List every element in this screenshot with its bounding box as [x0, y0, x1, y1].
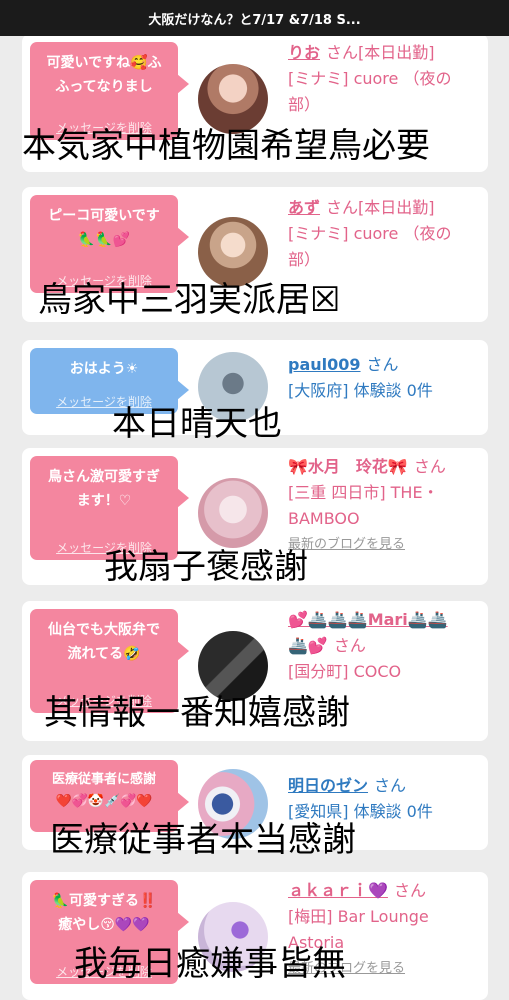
sender-info: あず さん[本日出勤] [ミナミ] cuore （夜の 部）	[288, 195, 484, 273]
shop-info: [国分町] COCO	[288, 662, 402, 681]
sender-name-link[interactable]: りお	[288, 43, 320, 62]
message-text-line1: ピーコ可愛いです	[48, 208, 160, 224]
caption-overlay: 本気家中植物園希望鳥必要	[22, 126, 430, 166]
work-status: [本日出勤]	[358, 43, 435, 62]
avatar[interactable]	[198, 64, 268, 134]
message-text-line2: 癒やし😚💜💜	[58, 917, 150, 933]
message-text-line1: 可愛いですね🥰ふ	[46, 55, 162, 71]
page-title: 大阪だけなん？と7/17 &7/18 S...	[148, 12, 361, 28]
caption-overlay: 鳥家中三羽実派居☒	[38, 280, 341, 320]
message-bubble: 鳥さん激可愛すぎ ます！♡ メッセージを削除	[30, 456, 189, 560]
shop-info: [ミナミ] cuore （夜の	[288, 224, 452, 243]
sender-name-link[interactable]: paul009	[288, 355, 361, 374]
honorific: さん	[326, 198, 359, 217]
sender-name-link[interactable]: 💕🚢🚢🚢Mari🚢🚢	[288, 610, 448, 629]
shop-info-cont: 部）	[288, 95, 321, 114]
message-text-line2: 🦜🦜💕	[77, 232, 131, 248]
honorific: さん	[326, 43, 359, 62]
caption-overlay: 其情報一番知嬉感謝	[44, 693, 350, 733]
honorific: さん	[413, 457, 446, 476]
avatar[interactable]	[198, 478, 268, 548]
shop-info-cont: BAMBOO	[288, 509, 360, 528]
honorific: さん	[366, 355, 399, 374]
caption-overlay: 我毎日癒嫌事皆無	[74, 944, 346, 984]
caption-overlay: 我扇子褒感謝	[104, 547, 308, 587]
caption-overlay: 本日晴天也	[112, 404, 282, 444]
sender-info: 明日のゼン さん [愛知県] 体験談 0件	[288, 773, 484, 825]
message-text-line2: ます！♡	[76, 493, 132, 509]
sender-info: 🎀水月 玲花🎀 さん [三重 四日市] THE・ BAMBOO 最新のブログを見る	[288, 454, 484, 558]
sender-info: paul009 さん [大阪府] 体験談 0件	[288, 352, 484, 404]
sender-name-link[interactable]: ａｋａｒｉ💜	[288, 881, 388, 900]
latest-blog-link[interactable]: 最新のブログを見る	[288, 532, 484, 558]
honorific: さん	[393, 881, 426, 900]
shop-info: [大阪府] 体験談 0件	[288, 381, 433, 400]
message-text-line2: ふってなりまし	[55, 79, 153, 95]
shop-info: [梅田] Bar Lounge	[288, 907, 429, 926]
shop-info: [三重 四日市] THE・	[288, 483, 439, 502]
sender-info: りお さん[本日出勤] [ミナミ] cuore （夜の 部）	[288, 40, 484, 118]
page-title-bar: 大阪だけなん？と7/17 &7/18 S...	[0, 0, 509, 36]
avatar[interactable]	[198, 217, 268, 287]
sender-name-cont: 🚢💕	[288, 636, 328, 655]
message-bubble: ピーコ可愛いです 🦜🦜💕 メッセージを削除	[30, 195, 189, 293]
sender-name-link[interactable]: 🎀水月 玲花🎀	[288, 457, 408, 476]
caption-overlay: 医療従事者本当感謝	[50, 820, 356, 860]
message-text-line1: 🦜可愛すぎる‼️	[51, 893, 157, 909]
sender-info: 💕🚢🚢🚢Mari🚢🚢 🚢💕 さん [国分町] COCO	[288, 607, 484, 685]
message-text-line1: 医療従事者に感謝	[51, 772, 156, 787]
message-text-line1: おはよう☀	[69, 361, 139, 377]
sender-name-link[interactable]: 明日のゼン	[288, 776, 368, 795]
work-status: [本日出勤]	[358, 198, 435, 217]
honorific: さん	[333, 636, 366, 655]
sender-name-link[interactable]: あず	[288, 198, 320, 217]
avatar[interactable]	[198, 631, 268, 701]
shop-info-cont: 部）	[288, 250, 321, 269]
message-text-line2: ❤️💞🤡💉💞❤️	[55, 794, 153, 809]
message-text-line1: 仙台でも大阪弁で	[48, 622, 160, 638]
shop-info: [ミナミ] cuore （夜の	[288, 69, 452, 88]
message-text-line1: 鳥さん激可愛すぎ	[48, 469, 160, 485]
honorific: さん	[374, 776, 407, 795]
message-text-line2: 流れてる🤣	[67, 646, 141, 662]
